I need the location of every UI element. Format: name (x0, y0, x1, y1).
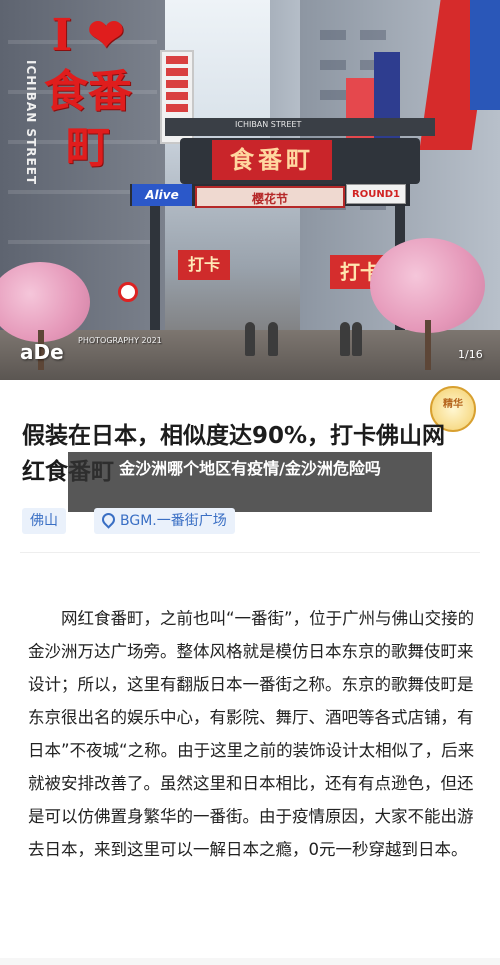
location-tag[interactable]: BGM.一番街广场 (94, 508, 235, 534)
divider (20, 552, 480, 553)
cherry-tree-right (370, 238, 485, 333)
location-tag-label: BGM.一番街广场 (120, 513, 227, 529)
sakura-festival-sign: 樱花节 (195, 186, 345, 208)
round1-sign: ROUND1 (346, 184, 406, 204)
gate-sign: 食番町 (212, 140, 332, 180)
street-sign-left: 打卡 (178, 250, 230, 280)
traffic-sign-icon (118, 282, 138, 302)
article-body: 网红食番町，之前也叫“一番街”，位于广州与佛山交接的金沙洲万达广场旁。整体风格就… (28, 609, 475, 859)
side-sign: ICHIBAN STREET (24, 60, 38, 186)
tree-trunk (425, 320, 431, 370)
page-bottom-edge (0, 958, 500, 965)
city-tag-label: 佛山 (30, 513, 58, 529)
image-counter: 1/16 (458, 348, 483, 361)
pedestrian (340, 322, 350, 356)
pedestrian (352, 322, 362, 356)
photo-credit: PHOTOGRAPHY 2021 (78, 336, 162, 345)
pedestrian (268, 322, 278, 356)
watermark-logo: aDe (20, 340, 64, 364)
alive-sign: Alive (132, 184, 192, 206)
street-photo[interactable]: I ❤ 食番町 ICHIBAN STREET ICHIBAN STREET 食番… (0, 0, 500, 380)
gate-pillar-left (150, 206, 160, 336)
pedestrian (245, 322, 255, 356)
vertical-blue-banner (470, 0, 500, 110)
heart-sign: I ❤ 食番町 (44, 10, 132, 173)
location-pin-icon (99, 509, 118, 529)
city-tag[interactable]: 佛山 (22, 508, 66, 534)
overlay-title[interactable]: 金沙洲哪个地区有疫情/金沙洲危险吗 (68, 452, 432, 512)
gate-top-label: ICHIBAN STREET (235, 120, 302, 129)
